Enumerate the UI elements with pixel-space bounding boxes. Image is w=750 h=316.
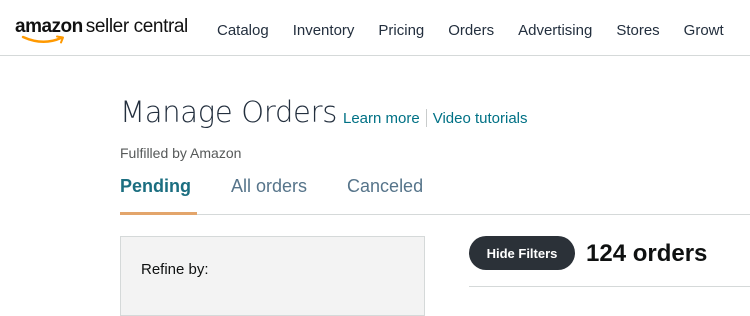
amazon-seller-central-logo[interactable]: amazon seller central (15, 16, 188, 46)
nav-item-growth[interactable]: Growt (684, 22, 724, 39)
refine-panel: Refine by: (120, 236, 425, 316)
logo-seller-central-text: seller central (85, 16, 189, 37)
results-divider (469, 286, 750, 287)
nav-item-catalog[interactable]: Catalog (217, 22, 269, 39)
tab-all-orders[interactable]: All orders (231, 176, 307, 197)
nav-item-stores[interactable]: Stores (616, 22, 659, 39)
order-count: 124 orders (586, 240, 708, 267)
order-tabs: Pending All orders Canceled (120, 176, 463, 197)
fulfillment-subtitle: Fulfilled by Amazon (120, 145, 242, 161)
top-navigation: amazon seller central Catalog Inventory P… (0, 0, 750, 56)
learn-more-link[interactable]: Learn more (343, 110, 420, 127)
nav-item-pricing[interactable]: Pricing (378, 22, 424, 39)
nav-item-advertising[interactable]: Advertising (518, 22, 592, 39)
nav-item-orders[interactable]: Orders (448, 22, 494, 39)
link-divider (425, 109, 427, 127)
page-title: Manage Orders (120, 95, 338, 129)
tab-canceled[interactable]: Canceled (347, 176, 423, 197)
nav-menu: Catalog Inventory Pricing Orders Adverti… (217, 22, 748, 39)
nav-item-inventory[interactable]: Inventory (293, 22, 355, 39)
tabs-divider (120, 214, 750, 215)
active-tab-indicator (120, 212, 197, 215)
help-links: Learn more Video tutorials (343, 109, 528, 127)
amazon-smile-icon (21, 35, 64, 44)
tab-pending[interactable]: Pending (120, 176, 191, 197)
hide-filters-button[interactable]: Hide Filters (469, 236, 575, 270)
video-tutorials-link[interactable]: Video tutorials (433, 110, 528, 127)
refine-by-label: Refine by: (141, 261, 209, 278)
logo-amazon-text: amazon (15, 16, 83, 37)
